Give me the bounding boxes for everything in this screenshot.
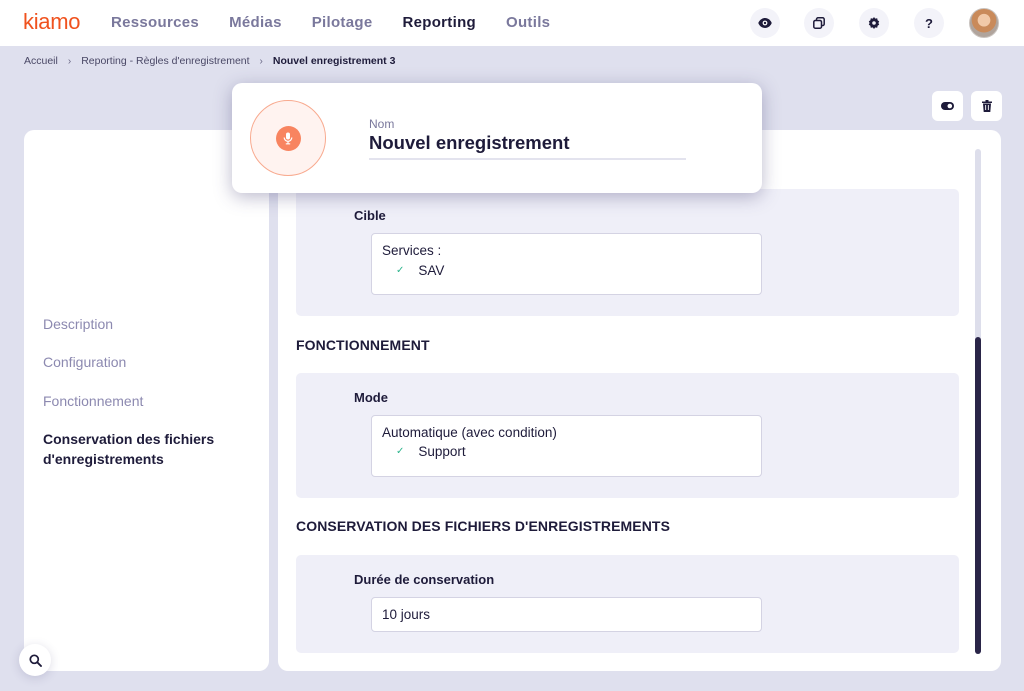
sidebar-item-fonctionnement[interactable]: Fonctionnement bbox=[43, 391, 143, 411]
record-icon-badge bbox=[250, 100, 326, 176]
breadcrumb-separator: › bbox=[259, 55, 263, 67]
help-icon: ? bbox=[925, 15, 933, 31]
cible-section: Cible Services : ✓ SAV bbox=[296, 189, 959, 316]
mode-label: Mode bbox=[354, 390, 388, 405]
scrollbar-track[interactable] bbox=[975, 149, 981, 654]
cible-label: Cible bbox=[354, 208, 386, 223]
user-avatar[interactable] bbox=[969, 8, 999, 38]
fonctionnement-section: Mode Automatique (avec condition) ✓ Supp… bbox=[296, 373, 959, 498]
top-navigation-bar: kiamo Ressources Médias Pilotage Reporti… bbox=[0, 0, 1024, 46]
check-icon: ✓ bbox=[396, 446, 405, 457]
breadcrumb-separator: › bbox=[67, 55, 72, 67]
help-button[interactable]: ? bbox=[914, 8, 944, 38]
scrollbar-thumb[interactable] bbox=[975, 337, 981, 654]
name-input[interactable] bbox=[369, 132, 686, 160]
breadcrumb-current: Nouvel enregistrement 3 bbox=[272, 55, 396, 67]
nav-item-outils[interactable]: Outils bbox=[506, 14, 550, 31]
trash-icon bbox=[981, 100, 992, 112]
microphone-icon bbox=[283, 132, 293, 144]
record-header-card: Nom bbox=[232, 83, 762, 193]
sidebar-item-description[interactable]: Description bbox=[43, 314, 113, 334]
settings-button[interactable] bbox=[859, 8, 889, 38]
cible-services-label: Services : bbox=[382, 243, 442, 258]
search-button[interactable] bbox=[19, 644, 51, 676]
breadcrumb: Accueil › Reporting - Règles d'enregistr… bbox=[24, 55, 395, 67]
kiamo-logo[interactable]: kiamo bbox=[23, 9, 80, 35]
check-icon: ✓ bbox=[396, 265, 405, 276]
mode-field: Automatique (avec condition) ✓ Support bbox=[371, 415, 762, 477]
nav-item-reporting[interactable]: Reporting bbox=[402, 14, 476, 31]
mode-value: Automatique (avec condition) bbox=[382, 425, 557, 440]
duree-label: Durée de conservation bbox=[354, 572, 495, 587]
duree-field: 10 jours bbox=[371, 597, 762, 632]
sidebar-item-conservation[interactable]: Conservation des fichiers d'enregistreme… bbox=[43, 429, 243, 469]
toggle-button[interactable] bbox=[932, 91, 963, 121]
preview-button[interactable] bbox=[750, 8, 780, 38]
name-label: Nom bbox=[369, 117, 395, 131]
cible-field: Services : ✓ SAV bbox=[371, 233, 762, 295]
main-content-panel: Cible Services : ✓ SAV FONCTIONNEMENT Mo… bbox=[278, 130, 1001, 671]
breadcrumb-home[interactable]: Accueil bbox=[24, 55, 58, 67]
section-nav-panel: Description Configuration Fonctionnement… bbox=[24, 130, 269, 671]
duree-value: 10 jours bbox=[382, 607, 431, 622]
conservation-title: CONSERVATION DES FICHIERS D'ENREGISTREME… bbox=[296, 518, 671, 534]
search-icon bbox=[28, 653, 42, 667]
gear-icon bbox=[868, 17, 880, 29]
nav-item-pilotage[interactable]: Pilotage bbox=[312, 14, 373, 31]
nav-item-ressources[interactable]: Ressources bbox=[111, 14, 199, 31]
windows-icon bbox=[813, 17, 825, 29]
mode-condition-value: Support bbox=[418, 444, 466, 459]
conservation-section: Durée de conservation 10 jours bbox=[296, 555, 959, 653]
breadcrumb-reporting-rules[interactable]: Reporting - Règles d'enregistrement bbox=[81, 55, 249, 67]
windows-button[interactable] bbox=[804, 8, 834, 38]
nav-item-medias[interactable]: Médias bbox=[229, 14, 282, 31]
cible-service-value: SAV bbox=[418, 263, 445, 278]
sidebar-item-configuration[interactable]: Configuration bbox=[43, 352, 126, 372]
toggle-icon bbox=[941, 102, 954, 110]
main-nav: Ressources Médias Pilotage Reporting Out… bbox=[111, 14, 580, 31]
fonctionnement-title: FONCTIONNEMENT bbox=[296, 337, 430, 353]
eye-icon bbox=[758, 18, 772, 28]
delete-button[interactable] bbox=[971, 91, 1002, 121]
